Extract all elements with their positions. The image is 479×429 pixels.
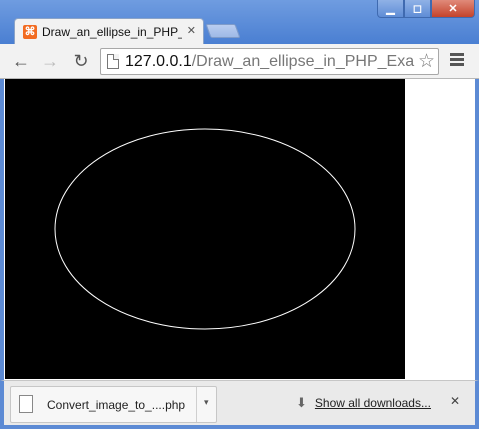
forward-button[interactable]: → [39, 50, 61, 72]
shelf-close-icon[interactable]: ✕ [450, 394, 460, 408]
maximize-button[interactable]: ◻ [404, 0, 431, 18]
show-all-downloads-label[interactable]: Show all downloads... [315, 396, 431, 410]
file-icon [19, 395, 33, 413]
browser-toolbar: ← → ↻ 127.0.0.1/Draw_an_ellipse_in_PHP_E… [0, 44, 479, 79]
reload-button[interactable]: ↻ [70, 50, 92, 72]
back-button[interactable]: ← [10, 50, 32, 72]
ellipse-shape [54, 128, 356, 330]
url-text[interactable]: 127.0.0.1/Draw_an_ellipse_in_PHP_Examp [125, 53, 415, 71]
address-bar[interactable]: 127.0.0.1/Draw_an_ellipse_in_PHP_Examp ☆ [100, 48, 439, 75]
tab-close-icon[interactable]: ✕ [187, 24, 196, 37]
minimize-button[interactable]: ▁ [377, 0, 404, 18]
window-controls: ▁ ◻ ✕ [377, 0, 475, 18]
tab-active[interactable]: ⌘ Draw_an_ellipse_in_PHP_E ✕ [14, 18, 204, 46]
download-menu-chevron-icon[interactable]: ▾ [204, 397, 209, 408]
tab-title: Draw_an_ellipse_in_PHP_E [42, 25, 182, 39]
xampp-favicon-icon: ⌘ [23, 25, 37, 39]
new-tab-button[interactable] [205, 24, 241, 38]
ellipse-canvas [5, 79, 405, 379]
url-host: 127.0.0.1 [125, 53, 192, 70]
ellipse-image [54, 128, 356, 330]
menu-hamburger-icon[interactable] [450, 53, 464, 67]
bookmark-star-icon[interactable]: ☆ [418, 50, 435, 73]
page-icon [107, 54, 119, 69]
window-frame: ⌘ Draw_an_ellipse_in_PHP_E ✕ ▁ ◻ ✕ [0, 0, 479, 46]
downloads-shelf: Convert_image_to_....php ▾ ⬇ Show all do… [0, 380, 479, 429]
download-divider [196, 387, 197, 422]
url-path: /Draw_an_ellipse_in_PHP_Examp [191, 53, 415, 70]
download-arrow-icon: ⬇ [296, 395, 307, 410]
window-close-button[interactable]: ✕ [431, 0, 475, 18]
download-item[interactable]: Convert_image_to_....php ▾ [10, 386, 217, 423]
show-all-downloads-link[interactable]: ⬇ Show all downloads... [296, 395, 431, 411]
download-filename: Convert_image_to_....php [47, 398, 186, 412]
